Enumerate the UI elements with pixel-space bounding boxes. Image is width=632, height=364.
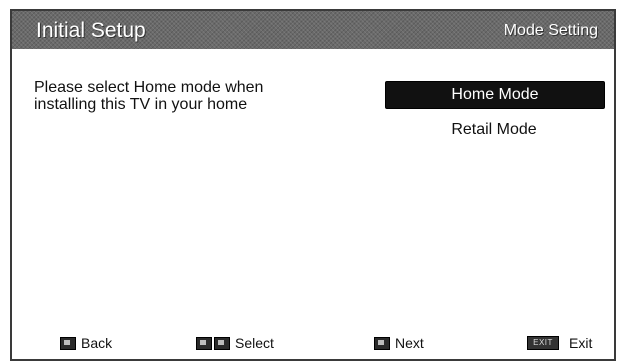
setup-screen: Initial Setup Mode Setting Please select… bbox=[10, 9, 616, 361]
instruction-text: Please select Home mode when installing … bbox=[34, 79, 264, 113]
exit-hint[interactable]: EXIT Exit bbox=[527, 333, 592, 353]
exit-key-icon: EXIT bbox=[527, 336, 559, 350]
back-label: Back bbox=[81, 335, 113, 351]
next-key-icon bbox=[374, 336, 390, 350]
back-key-icon bbox=[60, 336, 76, 350]
header-bar: Initial Setup Mode Setting bbox=[12, 11, 614, 49]
screen-title: Initial Setup bbox=[36, 19, 146, 42]
next-hint[interactable]: Next bbox=[374, 333, 424, 353]
select-hint[interactable]: Select bbox=[196, 333, 274, 353]
next-label: Next bbox=[395, 335, 424, 351]
section-label: Mode Setting bbox=[503, 22, 598, 39]
up-key-icon bbox=[214, 336, 230, 350]
exit-key-text: EXIT bbox=[533, 338, 553, 347]
down-key-icon bbox=[196, 336, 212, 350]
home-mode-option[interactable]: Home Mode bbox=[385, 81, 605, 109]
footer-hints: Back Select Next EXIT Exit bbox=[12, 333, 614, 357]
select-label: Select bbox=[235, 335, 274, 351]
retail-mode-option[interactable]: Retail Mode bbox=[385, 117, 603, 143]
back-hint[interactable]: Back bbox=[60, 333, 112, 353]
exit-label: Exit bbox=[569, 335, 593, 351]
